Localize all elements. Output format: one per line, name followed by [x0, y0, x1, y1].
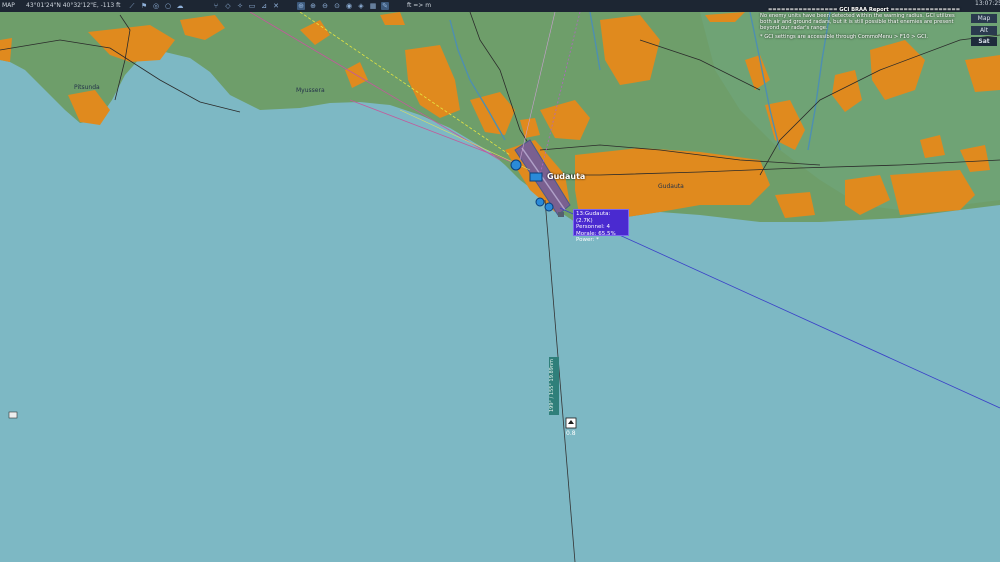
airbase-label-gudauta[interactable]: Gudauta [547, 172, 585, 181]
place-label-gudauta-town: Gudauta [658, 183, 684, 190]
tree-icon[interactable]: ⑂ [212, 2, 220, 10]
aircraft-unit-icon [565, 417, 577, 429]
route-icon[interactable]: ⟋ [128, 2, 136, 10]
friendly-unit-icon [529, 172, 543, 182]
diamond-icon[interactable]: ◇ [224, 2, 232, 10]
zoom-area-icon[interactable]: ◉ [345, 2, 353, 10]
map-canvas[interactable] [0, 0, 1000, 562]
crosshair-icon[interactable]: ✕ [272, 2, 280, 10]
gci-report: ================ GCI BRAA Report =======… [760, 7, 968, 40]
airbase-tooltip-name: 13:Gudauta: (2.7K) [576, 211, 611, 224]
airbase-tooltip: 13:Gudauta: (2.7K) Personnel: 4 Morale: … [573, 209, 629, 243]
map-mode-sat-button[interactable]: Sat [971, 37, 997, 46]
ruler-distance-label: 199° / 155° 19.89nm [549, 357, 559, 415]
coordinate-readout: 43°01'24"N 40°32'12"E, -113 ft [26, 2, 121, 9]
flag-icon[interactable]: ⚑ [140, 2, 148, 10]
place-label-pitsunda: Pitsunda [74, 84, 100, 91]
map-mode-label: MAP [2, 2, 15, 9]
grid-icon[interactable]: ▦ [369, 2, 377, 10]
crosshair-select-icon[interactable]: ⊕ [297, 2, 305, 10]
zoom-fit-icon[interactable]: ⊙ [333, 2, 341, 10]
friendly-unit-icon [535, 197, 545, 207]
unit-icon[interactable]: ▭ [248, 2, 256, 10]
brush-icon[interactable]: ✎ [381, 2, 389, 10]
gci-report-body: No enemy units have been detected within… [760, 13, 955, 31]
layer-icon[interactable]: ◈ [357, 2, 365, 10]
zoom-in-icon[interactable]: ⊕ [309, 2, 317, 10]
gci-report-note: * GCI settings are accessible through Co… [760, 34, 928, 40]
ship-icon [8, 411, 18, 419]
view-icon[interactable]: ◎ [152, 2, 160, 10]
map-mode-alt-button[interactable]: Alt [971, 26, 997, 35]
friendly-unit-icon [544, 202, 554, 212]
clock-readout: 13:07:25 [975, 0, 1000, 7]
unit-scale-toggle[interactable]: ft => m [407, 0, 431, 12]
zoom-out-icon[interactable]: ⊖ [321, 2, 329, 10]
ruler-icon[interactable]: ⊿ [260, 2, 268, 10]
cloud-icon[interactable]: ☁ [176, 2, 184, 10]
map-mode-map-button[interactable]: Map [971, 14, 997, 23]
friendly-unit-icon [558, 212, 564, 217]
place-label-myussera: Myussera [296, 87, 325, 94]
airbase-tooltip-power: Power: * [576, 237, 599, 243]
aircraft-unit-label: 0.8 [566, 430, 576, 437]
circle-icon[interactable]: ○ [164, 2, 172, 10]
friendly-unit-icon [510, 159, 522, 171]
satellite-icon[interactable]: ✧ [236, 2, 244, 10]
